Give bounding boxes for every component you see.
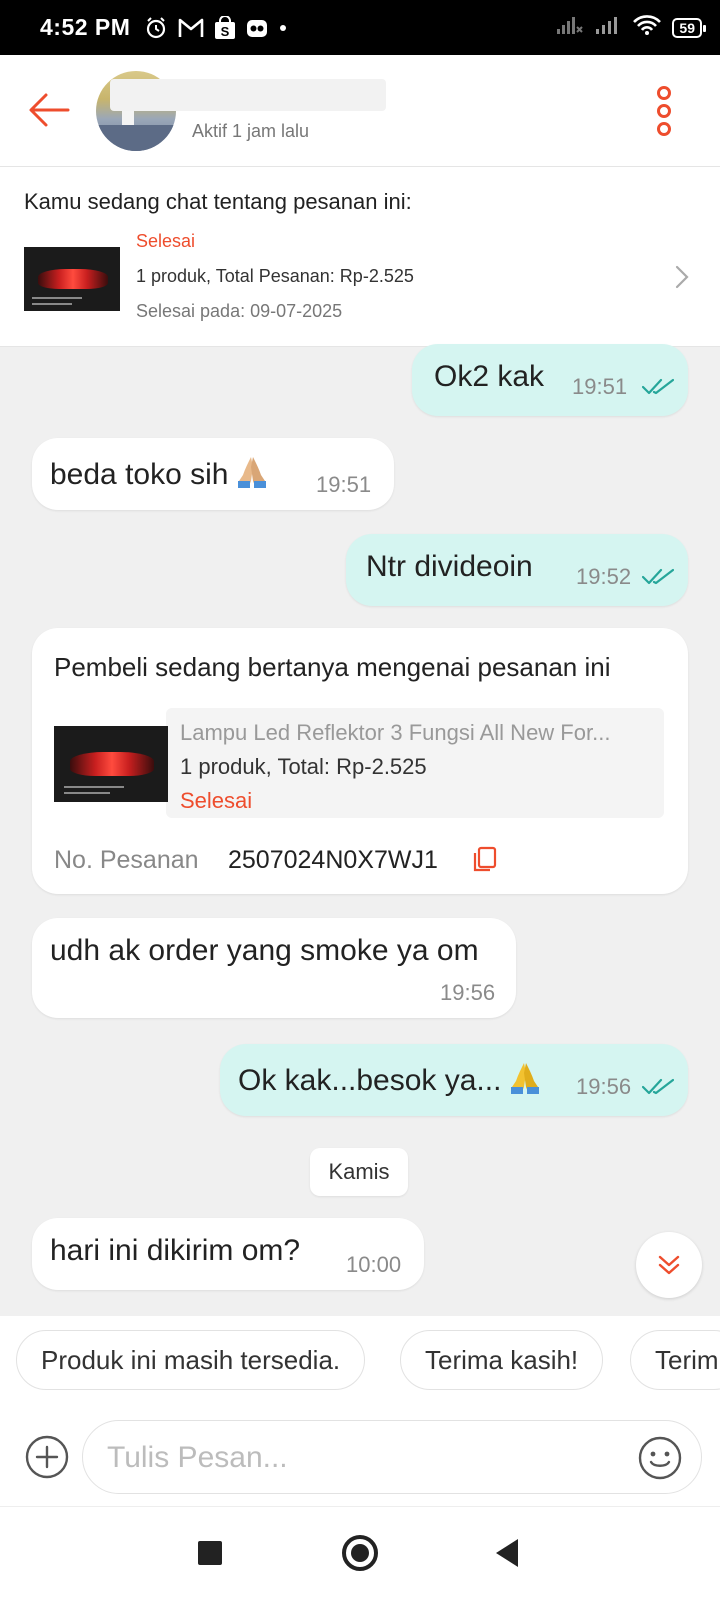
attach-button[interactable] xyxy=(24,1434,70,1480)
message-bubble-incoming[interactable]: hari ini dikirim om? 10:00 xyxy=(32,1218,424,1290)
chevron-right-icon xyxy=(674,263,690,291)
message-time: 19:52 xyxy=(576,564,632,589)
product-name: Lampu Led Reflektor 3 Fungsi All New For… xyxy=(180,720,611,745)
message-bubble-incoming[interactable]: udh ak order yang smoke ya om 19:56 xyxy=(32,918,516,1018)
message-text: udh ak order yang smoke ya om xyxy=(50,934,479,967)
message-composer: Tulis Pesan... xyxy=(0,1412,720,1506)
product-thumbnail xyxy=(54,726,168,802)
order-total: 1 produk, Total Pesanan: Rp-2.525 xyxy=(136,266,414,286)
double-check-icon xyxy=(642,568,674,585)
signal-icon xyxy=(556,15,584,40)
message-time: 19:56 xyxy=(576,1074,632,1099)
order-number: 2507024N0X7WJ1 xyxy=(228,846,438,874)
order-summary-heading: Kamu sedang chat tentang pesanan ini: xyxy=(24,189,412,214)
home-circle-icon[interactable] xyxy=(342,1535,378,1571)
double-check-icon xyxy=(642,1078,674,1095)
emoji-button[interactable] xyxy=(637,1435,683,1481)
message-text: Ok2 kak xyxy=(434,360,545,393)
contact-status: Aktif 1 jam lalu xyxy=(192,121,310,141)
plus-circle-icon xyxy=(25,1435,69,1479)
message-bubble-outgoing[interactable]: Ntr divideoin 19:52 xyxy=(346,534,688,606)
arrow-left-icon xyxy=(29,93,70,127)
product-status: Selesai xyxy=(180,788,253,813)
message-text: hari ini dikirim om? xyxy=(50,1234,301,1267)
status-time: 4:52 PM xyxy=(40,14,131,40)
message-time: 19:51 xyxy=(572,374,628,399)
wifi-icon xyxy=(632,14,662,41)
scroll-to-bottom-button[interactable] xyxy=(636,1232,702,1298)
smiley-icon xyxy=(638,1436,682,1480)
order-completed-date: Selesai pada: 09-07-2025 xyxy=(136,301,343,321)
status-bar: 4:52 PM S 59 xyxy=(0,0,720,55)
dot-icon xyxy=(278,23,288,33)
shopee-icon: S xyxy=(214,15,236,40)
message-input[interactable]: Tulis Pesan... xyxy=(82,1420,702,1494)
date-separator: Kamis xyxy=(310,1148,408,1196)
quick-reply-chip[interactable]: Terima kasih! xyxy=(400,1330,604,1390)
quick-reply-chip[interactable]: Terim xyxy=(630,1330,720,1390)
more-vertical-icon xyxy=(657,86,671,136)
folded-hands-emoji-icon xyxy=(511,1063,540,1094)
quick-reply-chip[interactable]: Produk ini masih tersedia. xyxy=(16,1330,366,1390)
order-number-label: No. Pesanan xyxy=(54,846,199,874)
message-time: 19:56 xyxy=(440,980,496,1005)
message-input-placeholder: Tulis Pesan... xyxy=(107,1441,288,1474)
product-total: 1 produk, Total: Rp-2.525 xyxy=(180,754,427,779)
recents-square-icon[interactable] xyxy=(198,1541,222,1565)
back-triangle-icon[interactable] xyxy=(496,1539,518,1567)
contact-name-redacted xyxy=(110,79,386,111)
more-options-button[interactable] xyxy=(652,85,676,137)
message-text: beda toko sih xyxy=(50,454,270,492)
quick-replies-bar: Produk ini masih tersedia. Terima kasih!… xyxy=(0,1316,720,1412)
alarm-icon xyxy=(144,16,168,40)
gmail-icon xyxy=(178,17,204,39)
app-icon xyxy=(246,17,268,39)
product-inquiry-card[interactable]: Pembeli sedang bertanya mengenai pesanan… xyxy=(32,628,688,894)
battery-icon: 59 xyxy=(672,17,706,38)
message-text: Ntr divideoin xyxy=(366,550,533,583)
chat-header: Aktif 1 jam lalu xyxy=(0,55,720,167)
order-status: Selesai xyxy=(136,231,196,251)
message-bubble-incoming[interactable]: beda toko sih 19:51 xyxy=(32,438,394,510)
message-text: Ok kak...besok ya... xyxy=(238,1060,543,1098)
copy-icon[interactable] xyxy=(472,846,498,874)
message-bubble-outgoing[interactable]: Ok kak...besok ya... 19:56 xyxy=(220,1044,688,1116)
order-summary[interactable]: Kamu sedang chat tentang pesanan ini: Se… xyxy=(0,167,720,347)
product-card-heading: Pembeli sedang bertanya mengenai pesanan… xyxy=(54,652,611,682)
svg-text:S: S xyxy=(221,24,230,39)
folded-hands-emoji-icon xyxy=(238,457,267,488)
back-button[interactable] xyxy=(24,85,74,135)
system-navigation-bar xyxy=(0,1506,720,1600)
double-chevron-down-icon xyxy=(658,1255,680,1275)
message-time: 10:00 xyxy=(346,1252,402,1277)
message-bubble-outgoing[interactable]: Ok2 kak 19:51 xyxy=(412,344,688,416)
double-check-icon xyxy=(642,378,674,395)
product-thumbnail xyxy=(24,247,120,311)
signal-icon-2 xyxy=(594,15,622,40)
message-time: 19:51 xyxy=(316,472,372,497)
